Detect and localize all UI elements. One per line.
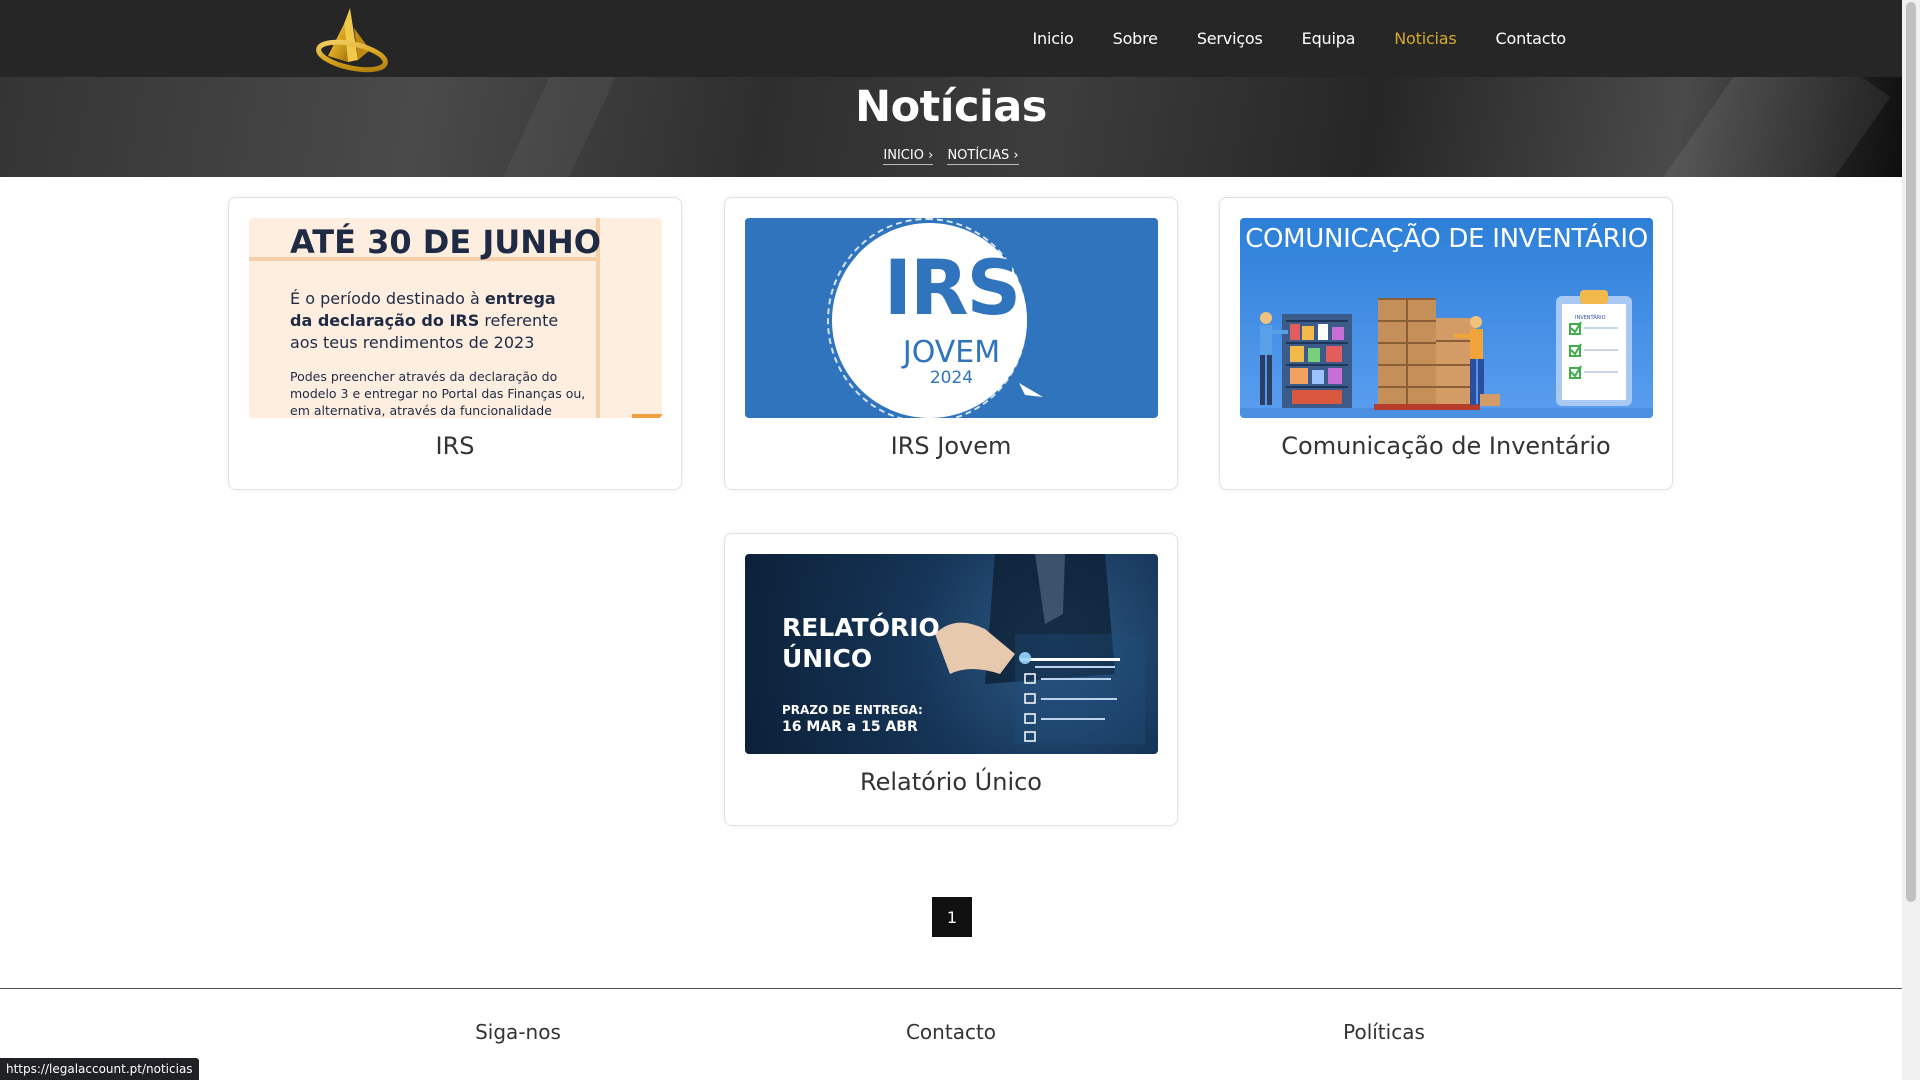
breadcrumb-label: INICIO	[883, 148, 924, 163]
thumb-heading-line: ÚNICO	[782, 644, 873, 673]
status-bar-url: https://legalaccount.pt/noticias	[0, 1058, 199, 1080]
footer-heading-siga-nos: Siga-nos	[475, 1020, 561, 1044]
page: Inicio Sobre Serviços Equipa Noticias Co…	[0, 0, 1902, 1080]
thumb-small-text: Podes preencher através da declaração do…	[290, 369, 586, 418]
footer-heading-contacto: Contacto	[905, 1020, 997, 1044]
thumb-text-part: É o período destinado à	[290, 289, 485, 308]
logo-icon	[316, 8, 388, 73]
nav-link-equipa[interactable]: Equipa	[1302, 29, 1356, 48]
footer-heading-politicas: Políticas	[1343, 1020, 1425, 1044]
page-scrollbar[interactable]	[1902, 0, 1920, 1080]
news-card-irs-jovem[interactable]: IRS JOVEM 2024 IRS Jovem	[724, 197, 1178, 490]
logo[interactable]	[314, 4, 388, 74]
news-card-title[interactable]: IRS Jovem	[725, 432, 1177, 460]
news-card-title[interactable]: Relatório Único	[725, 768, 1177, 796]
breadcrumb-label: NOTÍCIAS	[947, 148, 1010, 163]
breadcrumb-item-inicio[interactable]: INICIO ›	[883, 148, 934, 165]
thumb-heading: ATÉ 30 DE JUNHO	[290, 223, 601, 261]
pagination-page-button[interactable]: 1	[932, 897, 972, 937]
clipboard-label: INVENTÁRIO	[1575, 315, 1606, 321]
nav-link-servicos[interactable]: Serviços	[1197, 29, 1263, 48]
thumb-subtext: PRAZO DE ENTREGA: 16 MAR a 15 ABR	[782, 702, 923, 736]
nav-link-inicio[interactable]: Inicio	[1033, 29, 1074, 48]
news-card-title[interactable]: IRS	[229, 432, 681, 460]
top-navbar: Inicio Sobre Serviços Equipa Noticias Co…	[0, 0, 1902, 77]
nav-link-sobre[interactable]: Sobre	[1113, 29, 1158, 48]
thumb-year: 2024	[929, 368, 974, 388]
news-thumbnail[interactable]: RELATÓRIO ÚNICO PRAZO DE ENTREGA: 16 MAR a…	[745, 554, 1158, 754]
nav-link-contacto[interactable]: Contacto	[1496, 29, 1567, 48]
page-title: Notícias	[855, 82, 1047, 132]
thumb-heading: IRS	[883, 243, 1022, 332]
news-thumbnail[interactable]: IRS JOVEM 2024	[745, 218, 1158, 418]
thumb-heading-line: RELATÓRIO	[782, 613, 940, 642]
news-thumbnail[interactable]: ATÉ 30 DE JUNHO É o período destinado à …	[249, 218, 662, 418]
thumb-heading: RELATÓRIO ÚNICO	[782, 612, 940, 674]
nav-link-noticias[interactable]: Noticias	[1394, 29, 1456, 48]
news-thumbnail[interactable]: COMUNICAÇÃO DE INVENTÁRIO INVENTÁRIO	[1240, 218, 1653, 418]
scrollbar-thumb[interactable]	[1906, 2, 1916, 902]
thumb-accent	[632, 414, 662, 418]
chevron-right-icon: ›	[1013, 148, 1019, 163]
breadcrumb-item-noticias[interactable]: NOTÍCIAS ›	[947, 148, 1019, 165]
thumb-subtext-line: 16 MAR a 15 ABR	[782, 719, 918, 735]
chevron-right-icon: ›	[928, 148, 934, 163]
footer-divider	[0, 988, 1902, 989]
news-card-title[interactable]: Comunicação de Inventário	[1220, 432, 1672, 460]
news-card-inventario[interactable]: COMUNICAÇÃO DE INVENTÁRIO INVENTÁRIO Com…	[1219, 197, 1673, 490]
main-menu: Inicio Sobre Serviços Equipa Noticias Co…	[994, 0, 1567, 77]
news-card-relatorio-unico[interactable]: RELATÓRIO ÚNICO PRAZO DE ENTREGA: 16 MAR a…	[724, 533, 1178, 826]
thumb-subheading: JOVEM	[902, 335, 1001, 370]
thumb-text: É o período destinado à entrega da decla…	[290, 288, 580, 354]
breadcrumb: INICIO › NOTÍCIAS ›	[0, 148, 1902, 165]
page-hero: Notícias INICIO › NOTÍCIAS ›	[0, 77, 1902, 177]
news-card-irs[interactable]: ATÉ 30 DE JUNHO É o período destinado à …	[228, 197, 682, 490]
thumb-subtext-line: PRAZO DE ENTREGA:	[782, 703, 923, 717]
